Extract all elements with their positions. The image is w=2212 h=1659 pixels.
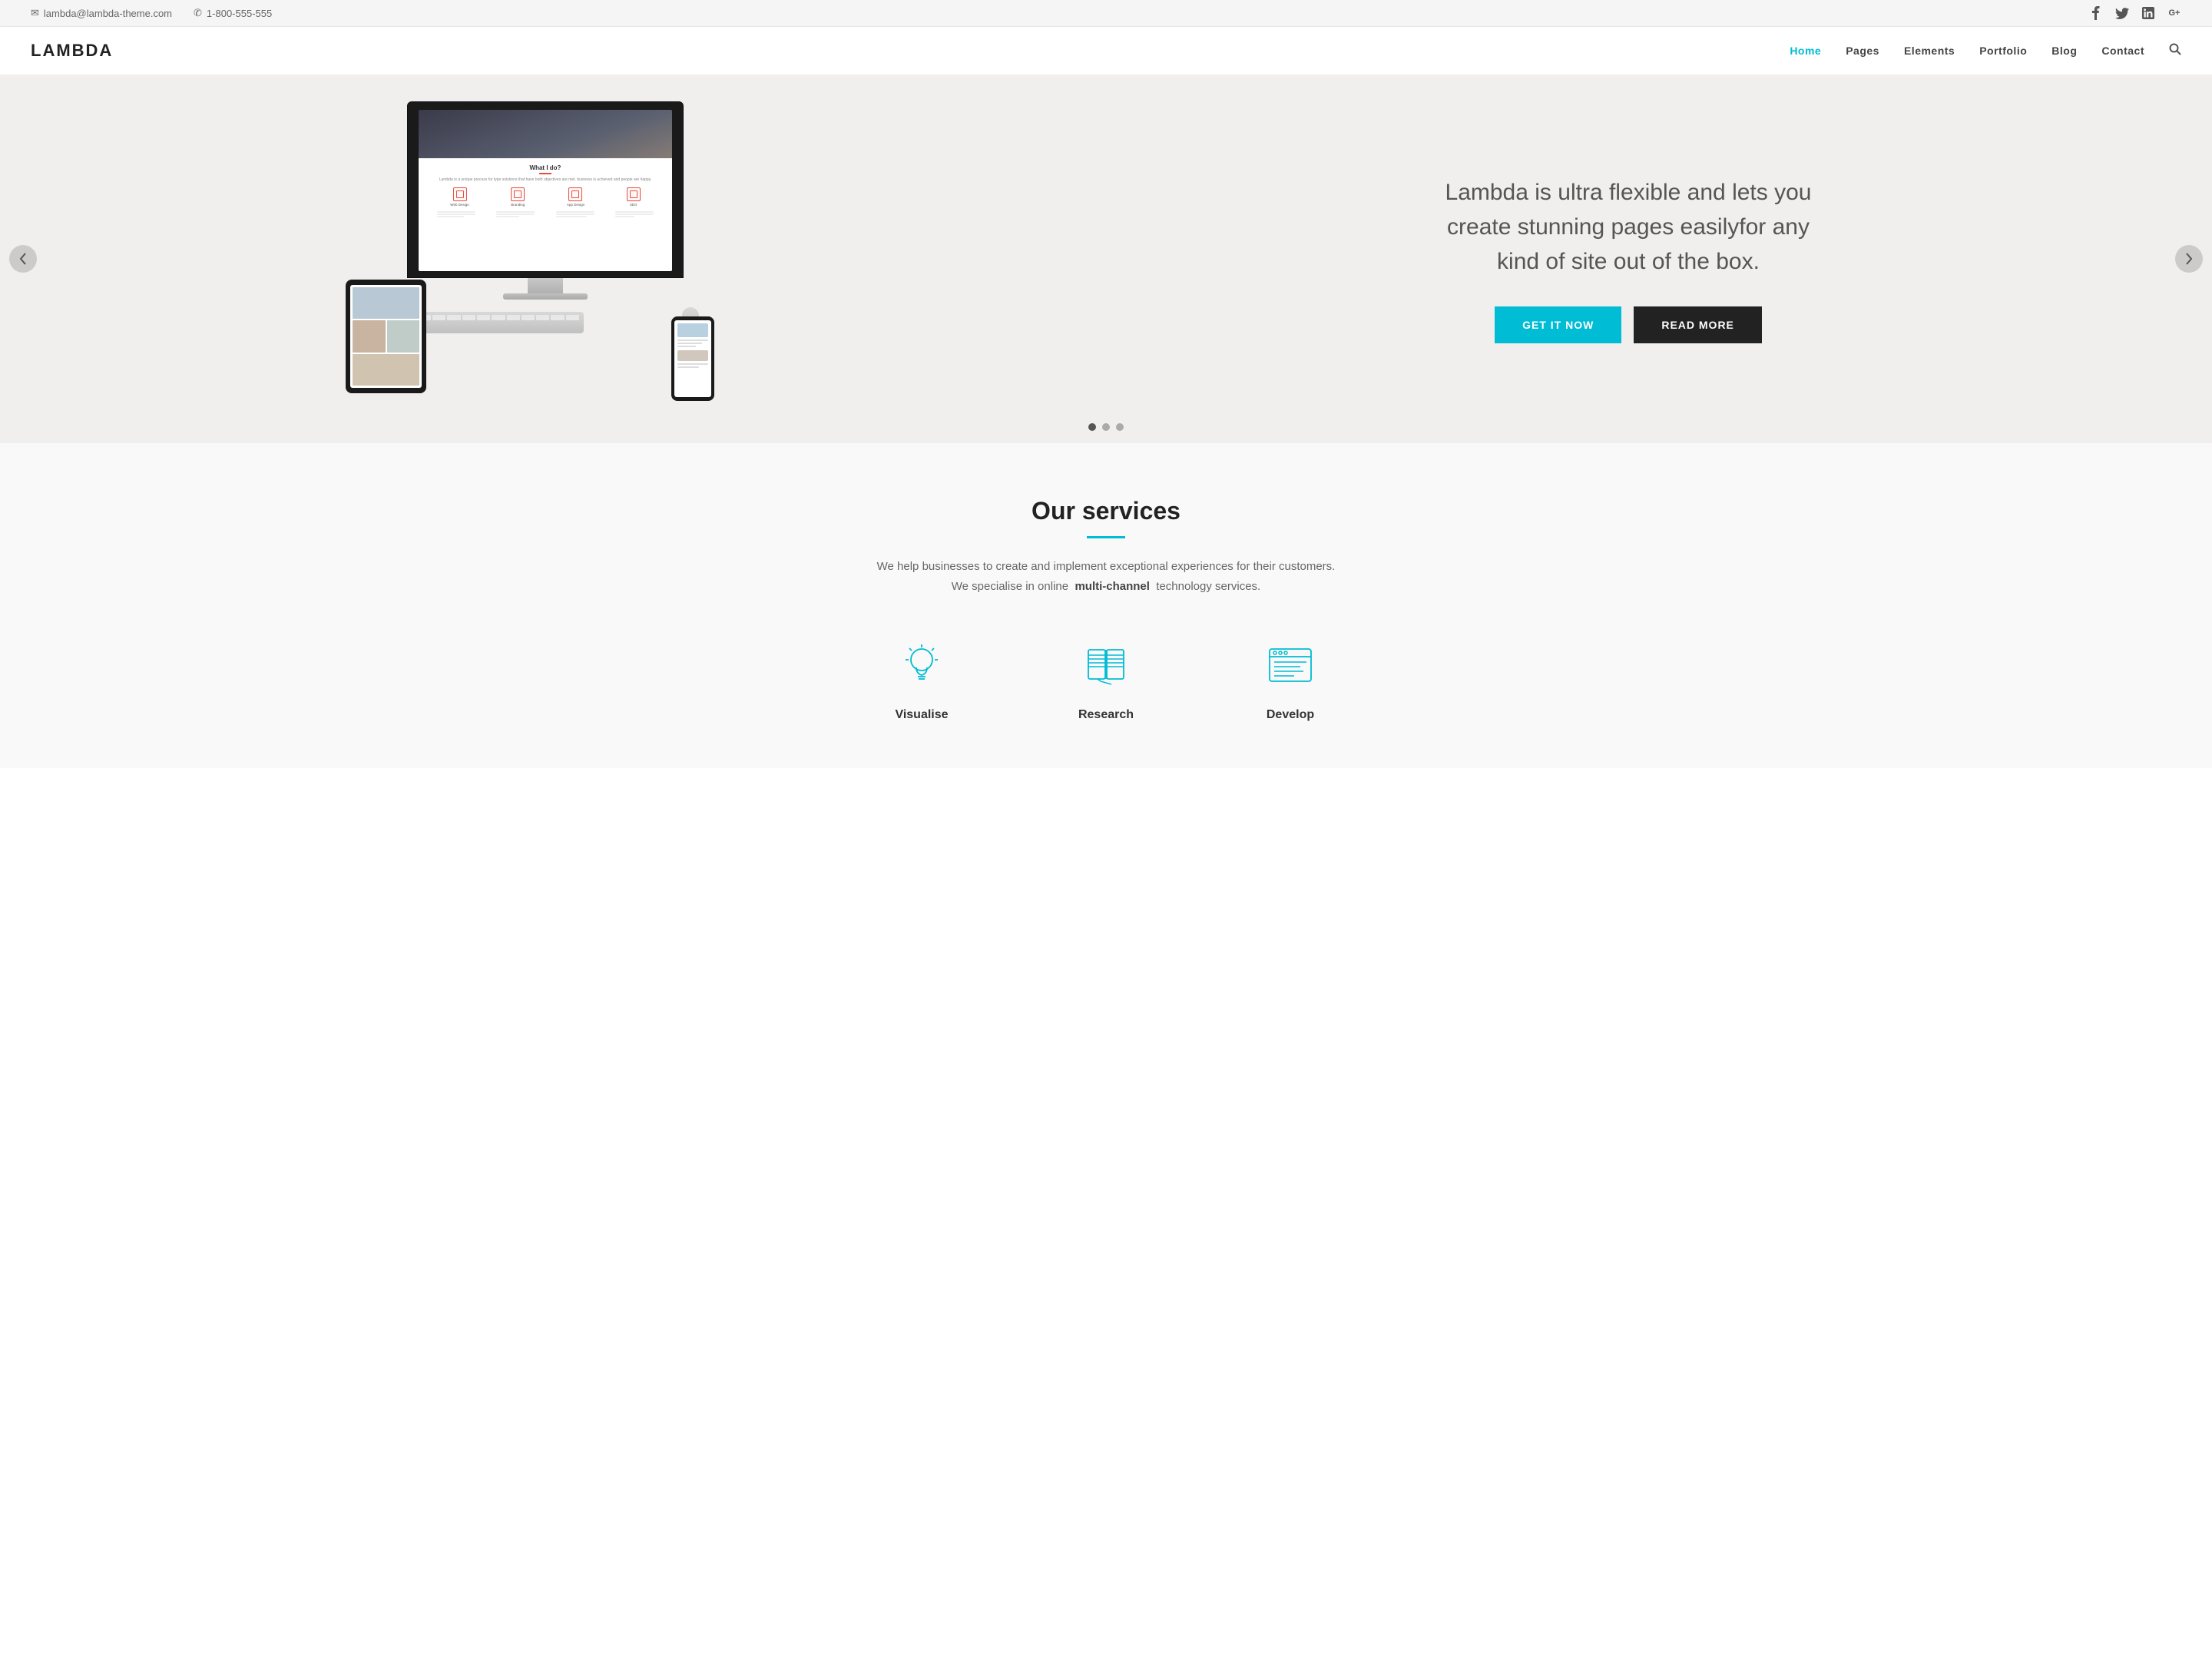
email-contact: ✉ lambda@lambda-theme.com bbox=[31, 7, 172, 19]
header: LAMBDA Home Pages Elements Portfolio Blo… bbox=[0, 27, 2212, 75]
services-subtitle: We help businesses to create and impleme… bbox=[845, 557, 1367, 596]
services-grid: Visualise bbox=[31, 634, 2181, 722]
logo[interactable]: LAMBDA bbox=[31, 41, 113, 61]
phone-text: 1-800-555-555 bbox=[207, 8, 272, 19]
get-it-now-button[interactable]: GET IT NOW bbox=[1495, 306, 1621, 343]
service-research-label: Research bbox=[1078, 708, 1134, 722]
nav-item-elements[interactable]: Elements bbox=[1904, 45, 1955, 57]
nav-item-portfolio[interactable]: Portfolio bbox=[1979, 45, 2027, 57]
hero-tagline: Lambda is ultra flexible and lets you cr… bbox=[1444, 175, 1813, 279]
research-icon bbox=[1075, 634, 1137, 696]
services-subtitle-part2: We specialise in online bbox=[952, 580, 1068, 593]
twitter-icon[interactable] bbox=[2115, 6, 2129, 20]
service-visualise-label: Visualise bbox=[895, 708, 948, 722]
search-icon[interactable] bbox=[2169, 43, 2181, 59]
slider-prev-button[interactable] bbox=[9, 245, 37, 273]
email-text: lambda@lambda-theme.com bbox=[44, 8, 172, 19]
visualise-icon bbox=[891, 634, 952, 696]
services-divider bbox=[1087, 536, 1125, 538]
top-bar-contacts: ✉ lambda@lambda-theme.com ✆ 1-800-555-55… bbox=[31, 7, 272, 19]
social-icons: G+ bbox=[2089, 6, 2181, 20]
phone-contact: ✆ 1-800-555-555 bbox=[194, 7, 272, 19]
slider-dots bbox=[1088, 423, 1124, 431]
slider-dot-2[interactable] bbox=[1102, 423, 1110, 431]
slider-dot-1[interactable] bbox=[1088, 423, 1096, 431]
services-subtitle-bold: multi-channel bbox=[1075, 580, 1150, 593]
main-nav: Home Pages Elements Portfolio Blog Conta… bbox=[1790, 43, 2181, 59]
nav-item-contact[interactable]: Contact bbox=[2101, 45, 2144, 57]
services-subtitle-part1: We help businesses to create and impleme… bbox=[877, 560, 1336, 573]
envelope-icon: ✉ bbox=[31, 7, 39, 19]
develop-icon bbox=[1260, 634, 1321, 696]
services-subtitle-part3: technology services. bbox=[1156, 580, 1260, 593]
hero-section: What I do? Lambda is a unique process fo… bbox=[0, 75, 2212, 443]
service-develop-label: Develop bbox=[1267, 708, 1314, 722]
phone-icon: ✆ bbox=[194, 7, 202, 19]
hero-content: Lambda is ultra flexible and lets you cr… bbox=[1075, 144, 2212, 374]
read-more-button[interactable]: READ MORE bbox=[1634, 306, 1762, 343]
nav-item-pages[interactable]: Pages bbox=[1846, 45, 1879, 57]
top-bar: ✉ lambda@lambda-theme.com ✆ 1-800-555-55… bbox=[0, 0, 2212, 27]
slider-next-button[interactable] bbox=[2175, 245, 2203, 273]
services-section: Our services We help businesses to creat… bbox=[0, 443, 2212, 768]
slider-dot-3[interactable] bbox=[1116, 423, 1124, 431]
service-visualise: Visualise bbox=[860, 634, 983, 722]
facebook-icon[interactable] bbox=[2089, 6, 2103, 20]
nav-item-home[interactable]: Home bbox=[1790, 45, 1821, 57]
googleplus-icon[interactable]: G+ bbox=[2167, 6, 2181, 20]
linkedin-icon[interactable] bbox=[2141, 6, 2155, 20]
service-develop: Develop bbox=[1229, 634, 1352, 722]
hero-image-area: What I do? Lambda is a unique process fo… bbox=[0, 75, 1075, 443]
hero-buttons: GET IT NOW READ MORE bbox=[1495, 306, 1762, 343]
nav-item-blog[interactable]: Blog bbox=[2051, 45, 2077, 57]
services-title: Our services bbox=[31, 497, 2181, 525]
service-research: Research bbox=[1045, 634, 1167, 722]
